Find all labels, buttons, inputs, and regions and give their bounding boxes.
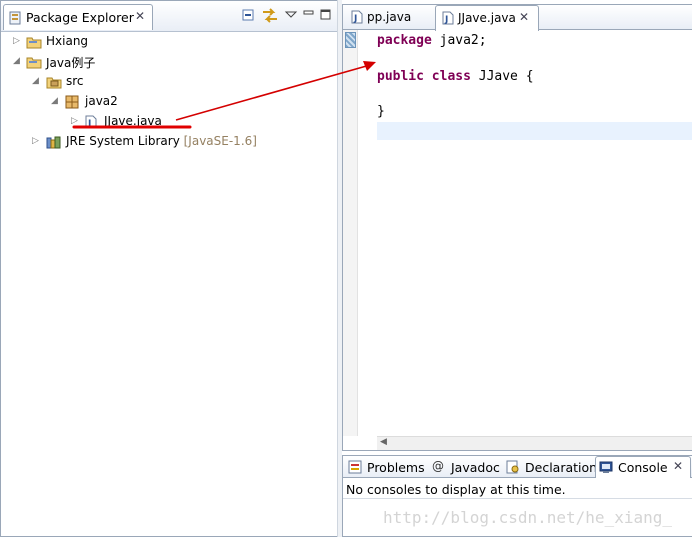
collapse-all-icon[interactable] — [240, 6, 258, 26]
package-explorer-title: Package Explorer — [26, 10, 134, 25]
editor-tabbar: J pp.java J JJave.java ✕ — [343, 5, 692, 31]
problems-icon — [348, 460, 362, 477]
tab-label: JJave.java — [458, 11, 516, 25]
keyword: public class — [377, 69, 471, 84]
collapse-arrow-icon[interactable]: ◢ — [13, 56, 20, 66]
tree-label: JRE System Library [JavaSE-1.6] — [66, 134, 257, 148]
tree-label: Java例子 — [46, 56, 96, 70]
code-line-3: public class JJave { — [377, 69, 692, 87]
tree-item-java2[interactable]: ◢ java2 — [1, 93, 331, 112]
tab-pp-java[interactable]: J pp.java — [345, 5, 435, 30]
library-icon — [46, 135, 62, 152]
tree-item-jre-library[interactable]: ▷ JRE System Library [JavaSE-1.6] — [1, 133, 331, 152]
divider — [343, 498, 692, 499]
expand-arrow-icon[interactable]: ▷ — [13, 36, 20, 46]
console-tabbar: Problems @ Javadoc Declaration Console ✕ — [343, 456, 692, 478]
tree-item-hxiang[interactable]: ▷ Hxiang — [1, 33, 331, 52]
tab-label: Console — [618, 460, 668, 475]
package-explorer-view: Package Explorer ✕ ▷ Hxiang ◢ Java例子 ◢ s… — [0, 0, 339, 537]
tab-label: Javadoc — [451, 460, 500, 475]
expand-arrow-icon[interactable]: ▷ — [71, 116, 78, 126]
current-line-highlight — [377, 122, 692, 140]
code-text: } — [377, 104, 385, 119]
tree-item-java-examples[interactable]: ◢ Java例子 — [1, 53, 331, 72]
folder-project-icon — [26, 55, 42, 72]
tab-label: Problems — [367, 460, 425, 475]
java-file-icon: J — [351, 10, 363, 27]
code-editor[interactable]: package java2; public class JJave { } — [377, 30, 692, 436]
close-icon[interactable]: ✕ — [673, 459, 683, 473]
tree-label: src — [66, 74, 84, 88]
source-folder-icon — [46, 75, 62, 92]
svg-text:J: J — [353, 14, 357, 24]
code-line-1: package java2; — [377, 33, 692, 51]
editor-left-ruler — [343, 30, 358, 436]
tab-javadoc[interactable]: @ Javadoc — [429, 457, 503, 478]
tab-label: Declaration — [525, 460, 598, 475]
library-name: JRE System Library — [66, 134, 180, 148]
maximize-icon[interactable] — [319, 6, 337, 26]
svg-text:J: J — [87, 119, 91, 129]
console-icon — [599, 460, 613, 477]
tab-jjave-java[interactable]: J JJave.java ✕ — [435, 5, 539, 31]
horizontal-scrollbar[interactable]: ◀ — [377, 436, 692, 450]
collapse-arrow-icon[interactable]: ◢ — [32, 76, 39, 86]
scroll-left-arrow-icon[interactable]: ◀ — [380, 437, 387, 447]
tree-label: JJave.java — [104, 114, 162, 128]
package-icon — [65, 95, 79, 112]
java-file-icon: J — [85, 115, 97, 132]
tab-package-explorer[interactable]: Package Explorer ✕ — [3, 4, 153, 30]
ruler-marker-icon — [345, 32, 356, 48]
watermark-text: http://blog.csdn.net/he_xiang_ — [383, 508, 672, 527]
collapse-arrow-icon[interactable]: ◢ — [51, 96, 58, 106]
library-decoration: [JavaSE-1.6] — [183, 134, 257, 148]
package-explorer-tabbar: Package Explorer ✕ — [1, 1, 338, 32]
tab-label: pp.java — [367, 10, 412, 24]
keyword: package — [377, 33, 432, 48]
close-icon[interactable]: ✕ — [135, 9, 145, 23]
console-message: No consoles to display at this time. — [346, 482, 566, 497]
view-menu-icon[interactable] — [284, 6, 302, 26]
editor-area: J pp.java J JJave.java ✕ package java2; … — [342, 4, 692, 451]
code-line-5: } — [377, 104, 692, 122]
java-file-icon: J — [442, 11, 454, 28]
expand-arrow-icon[interactable]: ▷ — [32, 136, 39, 146]
console-view: Problems @ Javadoc Declaration Console ✕… — [342, 455, 692, 537]
code-text: JJave { — [470, 69, 534, 84]
link-with-editor-icon[interactable] — [260, 6, 278, 26]
code-text: java2; — [431, 33, 487, 48]
tab-console[interactable]: Console ✕ — [595, 456, 691, 478]
at-icon: @ — [432, 459, 444, 473]
svg-text:J: J — [444, 15, 448, 25]
tree-label: java2 — [85, 94, 118, 108]
close-icon[interactable]: ✕ — [519, 10, 529, 24]
package-explorer-icon — [9, 11, 21, 28]
tree-item-jjave-java[interactable]: ▷ J JJave.java — [1, 113, 331, 132]
minimize-icon[interactable] — [302, 6, 320, 26]
tab-problems[interactable]: Problems — [345, 457, 427, 478]
tab-declaration[interactable]: Declaration — [503, 457, 598, 478]
tree-label: Hxiang — [46, 34, 89, 48]
tree-item-src[interactable]: ◢ src — [1, 73, 331, 92]
declaration-icon — [506, 460, 520, 477]
folder-project-icon — [26, 35, 42, 52]
